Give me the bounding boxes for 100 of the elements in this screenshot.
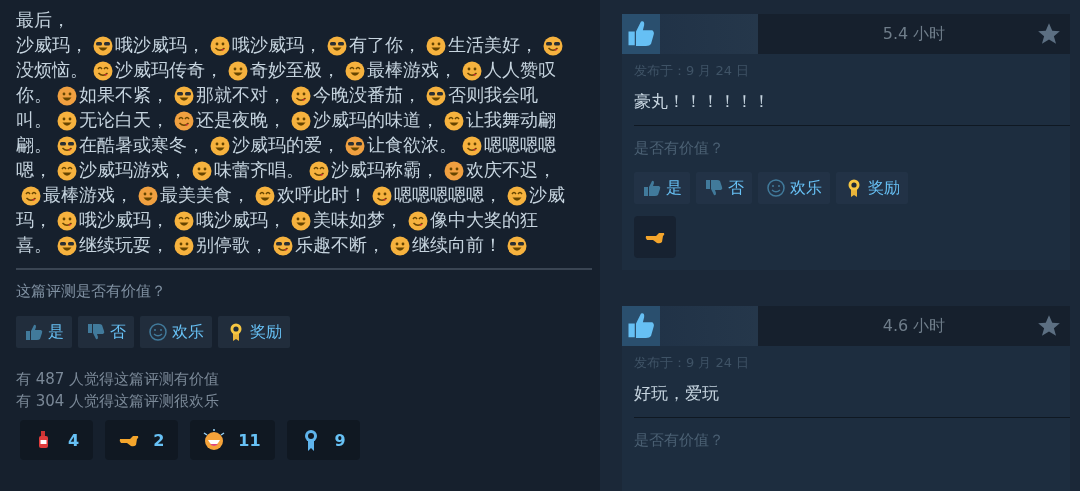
review-text: 像中大奖的狂: [430, 209, 538, 232]
review-text: 喜。: [16, 234, 52, 257]
review-text: 最棒游戏，: [43, 184, 133, 207]
review-text: 味蕾齐唱。: [214, 159, 304, 182]
review-text: 沙威玛传奇，: [115, 59, 223, 82]
review-text: 最美美食，: [160, 184, 250, 207]
review-text: 继续玩耍，: [79, 234, 169, 257]
review-text: 沙威玛称霸，: [331, 159, 439, 182]
thumbs-down-icon: [704, 178, 724, 198]
vote-button[interactable]: 欢乐: [758, 172, 830, 204]
review-text: 在酷暑或寒冬，: [79, 134, 205, 157]
smiley-icon: [291, 85, 311, 106]
vote-button[interactable]: 是: [16, 316, 72, 348]
smiley-icon: [426, 35, 446, 56]
smiley-icon: [57, 160, 77, 181]
review-text: 如果不紧，: [79, 84, 169, 107]
smiley-icon: [21, 185, 41, 206]
review-text: 沙威玛的味道，: [313, 109, 439, 132]
smiley-icon: [174, 85, 194, 106]
smiley-icon: [210, 35, 230, 56]
award-chip[interactable]: 4: [20, 420, 94, 460]
thumbs-up-icon: [24, 322, 44, 342]
review-text: 别停歌，: [196, 234, 268, 257]
smiley-icon: [390, 235, 410, 256]
smiley-icon: [291, 210, 311, 231]
vote-button[interactable]: 奖励: [218, 316, 290, 348]
smiley-icon: [507, 235, 527, 256]
review-text: 沙威玛游戏，: [79, 159, 187, 182]
smiley-icon: [174, 110, 194, 131]
review-text: 美味如梦，: [313, 209, 403, 232]
smiley-icon: [444, 110, 464, 131]
smiley-icon: [273, 235, 293, 256]
smiley-icon: [228, 60, 248, 81]
vote-button[interactable]: 否: [78, 316, 134, 348]
review-text: 哦沙威玛，: [79, 209, 169, 232]
review-text: 你。: [16, 84, 52, 107]
review-text: 人人赞叹: [484, 59, 556, 82]
review-text: 奇妙至极，: [250, 59, 340, 82]
vote-button[interactable]: 是: [634, 172, 690, 204]
vote-button[interactable]: 否: [696, 172, 752, 204]
smiley-icon: [345, 135, 365, 156]
smiley-icon: [507, 185, 527, 206]
smiley-icon: [148, 322, 168, 342]
vote-button[interactable]: 欢乐: [140, 316, 212, 348]
review-text: 继续向前！: [412, 234, 502, 257]
smiley-icon: [57, 235, 77, 256]
smiley-icon: [57, 135, 77, 156]
smiley-icon: [93, 35, 113, 56]
review-text: 哦沙威玛，: [232, 34, 322, 57]
review-text: 今晚没番茄，: [313, 84, 421, 107]
review-text: 生活美好，: [448, 34, 538, 57]
award-chip[interactable]: [634, 216, 676, 258]
review-text: 最棒游戏，: [367, 59, 457, 82]
review-text: 让食欲浓。: [367, 134, 457, 157]
smiley-icon: [372, 185, 392, 206]
smiley-icon: [408, 210, 428, 231]
review-text: 沙威玛，: [16, 34, 88, 57]
smiley-icon: [192, 160, 212, 181]
helpful-prompt: 这篇评测是否有价值？: [16, 282, 167, 301]
award-chip[interactable]: 2: [105, 420, 179, 460]
smiley-icon: [766, 178, 786, 198]
smiley-icon: [327, 35, 347, 56]
review-text: 有了你，: [349, 34, 421, 57]
review-text: 沙威玛的爱，: [232, 134, 340, 157]
smiley-icon: [93, 60, 113, 81]
review-text: 豪丸！！！！！！: [634, 90, 771, 113]
smiley-icon: [174, 210, 194, 231]
review-text: 嗯，: [16, 159, 52, 182]
vote-stat: 有 487 人觉得这篇评测有价值: [16, 369, 221, 390]
laughing-face-icon: [202, 428, 227, 452]
review-text: 嗯嗯嗯嗯: [484, 134, 556, 157]
review-text: 无论白天，: [79, 109, 169, 132]
award-chip[interactable]: 9: [286, 420, 360, 460]
review-text: 好玩，爱玩: [634, 382, 720, 405]
smiley-icon: [57, 210, 77, 231]
review-text: 翩。: [16, 134, 52, 157]
review-text: 玛，: [16, 209, 52, 232]
review-text: 欢呼此时！: [277, 184, 367, 207]
review-text: 乐趣不断，: [295, 234, 385, 257]
review-text: 哦沙威玛，: [196, 209, 286, 232]
smiley-icon: [255, 185, 275, 206]
review-text: 沙威: [529, 184, 565, 207]
review-text: 哦沙威玛，: [115, 34, 205, 57]
smiley-icon: [174, 235, 194, 256]
award-chip[interactable]: 11: [190, 420, 275, 460]
review-text: 欢庆不迟，: [466, 159, 556, 182]
review-text: 那就不对，: [196, 84, 286, 107]
smiley-icon: [57, 110, 77, 131]
smiley-icon: [345, 60, 365, 81]
smiley-icon: [291, 110, 311, 131]
smiley-icon: [57, 85, 77, 106]
review-text: 还是夜晚，: [196, 109, 286, 132]
smiley-icon: [462, 60, 482, 81]
smiley-icon: [426, 85, 446, 106]
smiley-icon: [309, 160, 329, 181]
vote-stat: 有 304 人觉得这篇评测很欢乐: [16, 391, 221, 412]
playtime: 4.6 小时: [882, 315, 946, 337]
playtime: 5.4 小时: [882, 23, 946, 45]
review-text: 嗯嗯嗯嗯嗯，: [394, 184, 502, 207]
vote-button[interactable]: 奖励: [836, 172, 908, 204]
